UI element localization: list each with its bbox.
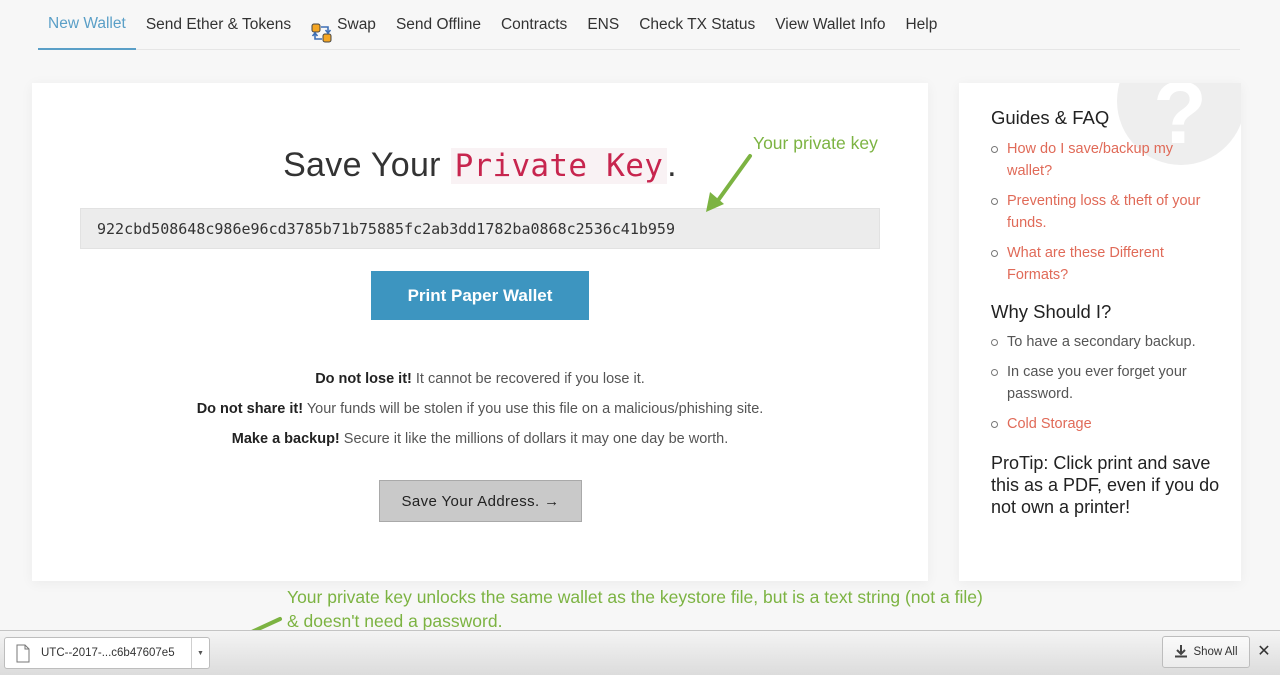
guides-list: How do I save/backup my wallet? Preventi… <box>991 138 1221 294</box>
download-file-name: UTC--2017-...c6b47607e5 <box>41 647 175 659</box>
sidebar: ? Guides & FAQ How do I save/backup my w… <box>959 83 1241 581</box>
guide-link-formats[interactable]: What are these Different Formats? <box>991 242 1221 286</box>
warning-text: It cannot be recovered if you lose it. <box>411 371 645 387</box>
cold-storage-link[interactable]: Cold Storage <box>991 413 1221 435</box>
why-item: In case you ever forget your password. <box>991 361 1221 405</box>
annotation-explainer: Your private key unlocks the same wallet… <box>287 585 1107 633</box>
nav-label: Send Offline <box>395 16 481 33</box>
annotation-arrow-icon <box>706 154 752 212</box>
nav-contracts[interactable]: Contracts <box>491 0 577 50</box>
download-item[interactable]: UTC--2017-...c6b47607e5 ▼ <box>4 637 210 669</box>
warning-text: Your funds will be stolen if you use thi… <box>303 401 764 417</box>
top-nav: New Wallet Send Ether & Tokens Swap Send… <box>38 0 1240 50</box>
show-all-label: Show All <box>1193 646 1238 658</box>
nav-label: Check TX Status <box>639 16 756 33</box>
download-icon <box>1174 644 1188 661</box>
annotation-private-key: Your private key <box>753 133 878 153</box>
warning-text: Secure it like the millions of dollars i… <box>339 431 729 447</box>
save-your-address-button[interactable]: Save Your Address. → <box>379 480 582 522</box>
nav-view-wallet-info[interactable]: View Wallet Info <box>765 0 895 50</box>
nav-label: Swap <box>337 16 376 33</box>
nav-help[interactable]: Help <box>895 0 947 50</box>
nav-label: New Wallet <box>48 15 126 32</box>
guide-link-save-backup[interactable]: How do I save/backup my wallet? <box>991 138 1221 182</box>
protip-text: ProTip: Click print and save this as a P… <box>991 453 1220 517</box>
nav-ens[interactable]: ENS <box>577 0 629 50</box>
annotation-line: Your private key unlocks the same wallet… <box>287 587 983 607</box>
chevron-down-icon[interactable]: ▼ <box>192 638 209 668</box>
nav-label: ENS <box>587 16 620 33</box>
why-list: To have a secondary backup. In case you … <box>991 331 1221 443</box>
print-paper-wallet-button[interactable]: Print Paper Wallet <box>371 271 589 320</box>
nav-new-wallet[interactable]: New Wallet <box>38 0 136 50</box>
nav-send-offline[interactable]: Send Offline <box>386 0 491 50</box>
warning-make-backup: Make a backup! Secure it like the millio… <box>32 431 928 447</box>
nav-label: View Wallet Info <box>775 16 886 33</box>
warning-bold: Make a backup! <box>231 431 340 447</box>
private-key-display[interactable]: 922cbd508648c986e96cd3785b71b75885fc2ab3… <box>80 208 880 249</box>
nav-swap[interactable]: Swap <box>301 0 386 50</box>
show-all-button[interactable]: Show All <box>1162 636 1250 668</box>
warning-do-not-share: Do not share it! Your funds will be stol… <box>32 401 928 417</box>
title-prefix: Save Your <box>283 146 451 184</box>
warning-bold: Do not share it! <box>196 401 304 417</box>
download-bar: UTC--2017-...c6b47607e5 ▼ Show All ✕ <box>0 630 1280 675</box>
why-heading: Why Should I? <box>991 301 1112 322</box>
guide-link-prevent-loss[interactable]: Preventing loss & theft of your funds. <box>991 190 1221 234</box>
file-icon <box>5 638 39 668</box>
guides-heading: Guides & FAQ <box>991 107 1110 128</box>
title-suffix: . <box>667 146 677 184</box>
nav-label: Help <box>905 16 938 33</box>
nav-label: Contracts <box>500 16 568 33</box>
nav-label: Send Ether & Tokens <box>145 16 292 33</box>
close-icon[interactable]: ✕ <box>1256 642 1272 662</box>
nav-check-tx-status[interactable]: Check TX Status <box>629 0 765 50</box>
warning-do-not-lose: Do not lose it! It cannot be recovered i… <box>32 371 928 387</box>
nav-send-ether-tokens[interactable]: Send Ether & Tokens <box>136 0 301 50</box>
why-item: To have a secondary backup. <box>991 331 1221 353</box>
warning-bold: Do not lose it! <box>315 371 412 387</box>
title-code: Private Key <box>450 148 668 184</box>
swap-icon <box>311 14 333 43</box>
